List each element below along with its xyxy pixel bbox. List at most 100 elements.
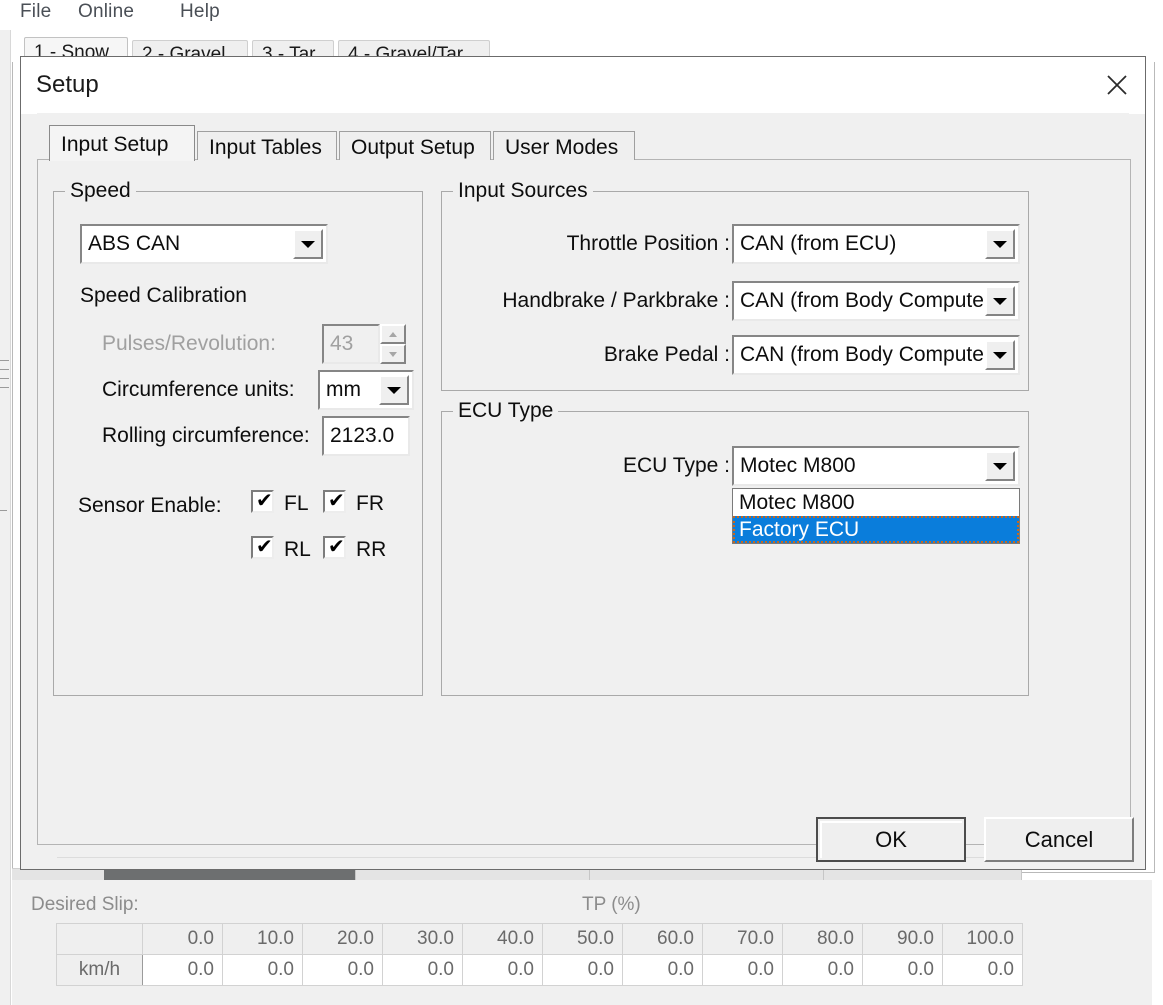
- pulses-per-revolution-input[interactable]: 43: [322, 324, 380, 364]
- ecu-type-label: ECU Type :: [623, 454, 730, 477]
- cancel-button[interactable]: Cancel: [984, 817, 1134, 862]
- table-row: km/h 0.0 0.0 0.0 0.0 0.0 0.0 0.0 0.0 0.0…: [56, 954, 1023, 986]
- handbrake-parkbrake-label: Handbrake / Parkbrake :: [502, 289, 730, 312]
- circumference-units-combo[interactable]: mm: [318, 370, 414, 410]
- sensor-label-fr: FR: [356, 492, 384, 515]
- brake-pedal-value: CAN (from Body Computer): [740, 343, 985, 366]
- sensor-label-fl: FL: [284, 492, 309, 515]
- sensor-label-rr: RR: [356, 538, 387, 561]
- table-header-row: 0.0 10.0 20.0 30.0 40.0 50.0 60.0 70.0 8…: [56, 923, 1023, 955]
- brake-pedal-label: Brake Pedal :: [603, 343, 730, 366]
- table-col-header: 40.0: [462, 923, 543, 955]
- brake-pedal-combo[interactable]: CAN (from Body Computer): [732, 335, 1020, 375]
- dialog-footer-separator: [57, 857, 1131, 858]
- check-icon: ✔: [256, 488, 273, 512]
- table-cell[interactable]: 0.0: [462, 954, 543, 986]
- input-sources-group: Input Sources Throttle Position : CAN (f…: [441, 179, 1029, 391]
- ecu-type-group: ECU Type ECU Type : Motec M800 Motec M80…: [441, 399, 1029, 696]
- chevron-down-icon[interactable]: [985, 229, 1015, 259]
- close-icon[interactable]: [1093, 61, 1141, 109]
- chevron-down-icon[interactable]: [293, 229, 323, 259]
- table-cell[interactable]: 0.0: [222, 954, 303, 986]
- rolling-circumference-input[interactable]: 2123.0: [322, 416, 410, 456]
- stepper-down-icon[interactable]: [380, 344, 406, 364]
- pulses-per-revolution-stepper[interactable]: [380, 324, 406, 364]
- table-col-header: 70.0: [702, 923, 783, 955]
- desired-slip-table[interactable]: 0.0 10.0 20.0 30.0 40.0 50.0 60.0 70.0 8…: [56, 923, 1023, 986]
- chevron-down-icon[interactable]: [985, 451, 1015, 481]
- tab-output-setup[interactable]: Output Setup: [339, 131, 491, 160]
- sensor-enable-label: Sensor Enable:: [78, 494, 222, 517]
- desired-slip-label: Desired Slip:: [31, 894, 139, 915]
- table-cell[interactable]: 0.0: [142, 954, 223, 986]
- speed-source-combo[interactable]: ABS CAN: [80, 224, 328, 264]
- left-edge-strip: [0, 30, 11, 1005]
- table-cell[interactable]: 0.0: [382, 954, 463, 986]
- menu-item-file[interactable]: File: [20, 1, 51, 23]
- rolling-circumference-label: Rolling circumference:: [102, 424, 310, 447]
- ecu-type-dropdown-list[interactable]: Motec M800 Factory ECU: [732, 488, 1020, 544]
- stepper-up-icon[interactable]: [380, 324, 406, 344]
- sensor-checkbox-fr[interactable]: ✔: [323, 490, 346, 513]
- ecu-type-combo[interactable]: Motec M800: [732, 446, 1020, 486]
- circumference-units-value: mm: [326, 378, 361, 401]
- handbrake-parkbrake-combo[interactable]: CAN (from Body Computer): [732, 281, 1020, 321]
- table-row-header: km/h: [56, 954, 143, 986]
- throttle-position-label: Throttle Position :: [566, 232, 730, 255]
- chevron-down-icon[interactable]: [985, 286, 1015, 316]
- throttle-position-value: CAN (from ECU): [740, 232, 897, 255]
- table-cell[interactable]: 0.0: [862, 954, 943, 986]
- sensor-checkbox-rr[interactable]: ✔: [323, 536, 346, 559]
- ecu-type-group-title: ECU Type: [453, 399, 559, 423]
- menu-item-help[interactable]: Help: [180, 1, 220, 23]
- chevron-down-icon[interactable]: [985, 340, 1015, 370]
- tp-axis-label: TP (%): [582, 894, 641, 915]
- ok-button[interactable]: OK: [816, 817, 966, 862]
- dialog-title: Setup: [36, 71, 99, 98]
- table-corner-cell: [56, 923, 143, 955]
- ecu-option-motec-m800[interactable]: Motec M800: [733, 489, 1019, 516]
- tab-user-modes[interactable]: User Modes: [493, 131, 635, 160]
- table-cell[interactable]: 0.0: [942, 954, 1023, 986]
- table-col-header: 100.0: [942, 923, 1023, 955]
- table-col-header: 0.0: [142, 923, 223, 955]
- tab-input-tables[interactable]: Input Tables: [197, 131, 337, 160]
- table-col-header: 50.0: [542, 923, 623, 955]
- menu-bar: File Online Help: [0, 0, 1163, 30]
- check-icon: ✔: [328, 488, 345, 512]
- table-col-header: 20.0: [302, 923, 383, 955]
- desired-slip-panel: Desired Slip: TP (%) 0.0 10.0 20.0 30.0 …: [12, 880, 1152, 1005]
- table-cell[interactable]: 0.0: [542, 954, 623, 986]
- speed-group-title: Speed: [65, 179, 136, 203]
- speed-source-value: ABS CAN: [88, 232, 181, 255]
- sensor-checkbox-fl[interactable]: ✔: [251, 490, 274, 513]
- setup-dialog: Setup Input Setup Input Tables Output Se…: [20, 56, 1146, 870]
- menu-item-online[interactable]: Online: [78, 1, 134, 23]
- dialog-title-bar: Setup: [21, 57, 1145, 114]
- ecu-option-factory-ecu[interactable]: Factory ECU: [733, 516, 1019, 543]
- left-edge-ticks: [0, 360, 9, 420]
- table-col-header: 90.0: [862, 923, 943, 955]
- check-icon: ✔: [256, 534, 273, 558]
- input-sources-group-title: Input Sources: [453, 179, 593, 203]
- table-col-header: 80.0: [782, 923, 863, 955]
- speed-group: Speed ABS CAN Speed Calibration Pulses/R…: [53, 179, 423, 696]
- left-edge-tick-lower: [0, 510, 7, 511]
- circumference-units-label: Circumference units:: [102, 378, 295, 401]
- dialog-tab-strip: Input Setup Input Tables Output Setup Us…: [37, 125, 1129, 161]
- throttle-position-combo[interactable]: CAN (from ECU): [732, 224, 1020, 264]
- table-col-header: 60.0: [622, 923, 703, 955]
- handbrake-parkbrake-value: CAN (from Body Computer): [740, 289, 985, 312]
- check-icon: ✔: [328, 534, 345, 558]
- table-cell[interactable]: 0.0: [302, 954, 383, 986]
- sensor-checkbox-rl[interactable]: ✔: [251, 536, 274, 559]
- table-cell[interactable]: 0.0: [622, 954, 703, 986]
- table-col-header: 10.0: [222, 923, 303, 955]
- table-col-header: 30.0: [382, 923, 463, 955]
- table-cell[interactable]: 0.0: [702, 954, 783, 986]
- ecu-type-value: Motec M800: [740, 454, 856, 477]
- sensor-label-rl: RL: [284, 538, 311, 561]
- chevron-down-icon[interactable]: [379, 375, 409, 405]
- table-cell[interactable]: 0.0: [782, 954, 863, 986]
- tab-input-setup[interactable]: Input Setup: [49, 125, 195, 161]
